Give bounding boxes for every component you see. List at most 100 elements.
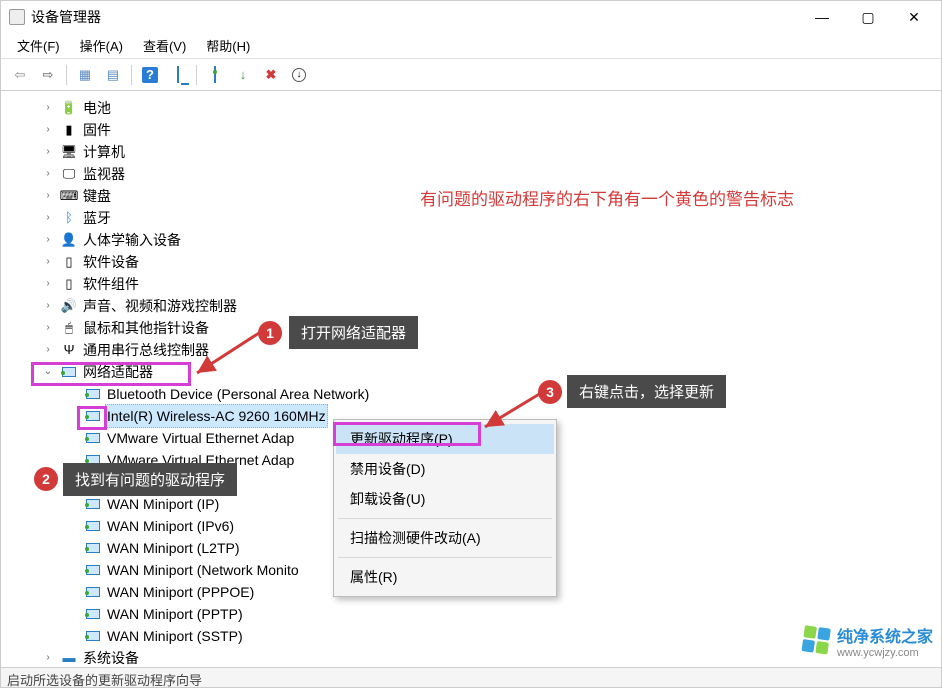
- network-adapter-icon: [85, 518, 101, 534]
- status-text: 启动所选设备的更新驱动程序向导: [7, 673, 202, 688]
- battery-icon: 🔋: [61, 100, 77, 116]
- network-adapter-icon: [85, 584, 101, 600]
- add-icon: ↓: [240, 67, 247, 82]
- usb-icon: Ψ: [61, 342, 77, 358]
- menu-action[interactable]: 操作(A): [70, 33, 133, 58]
- chevron-right-icon: ›: [41, 167, 55, 181]
- monitor-icon: [214, 67, 216, 82]
- chevron-right-icon: ›: [41, 343, 55, 357]
- properties-button[interactable]: ▤: [100, 62, 126, 88]
- tree-node-wan-pptp[interactable]: WAN Miniport (PPTP): [1, 603, 941, 625]
- ctx-separator: [338, 518, 552, 519]
- remove-button[interactable]: ✖: [258, 62, 284, 88]
- title-bar: 设备管理器 — ▢ ✕: [1, 1, 941, 33]
- nav-back-button[interactable]: ⇦: [7, 62, 33, 88]
- speaker-icon: 🔊: [61, 298, 77, 314]
- tree-node-sound[interactable]: ›🔊声音、视频和游戏控制器: [1, 295, 941, 317]
- chevron-right-icon: ›: [41, 123, 55, 137]
- ctx-separator: [338, 557, 552, 558]
- add-hw-button[interactable]: ↓: [230, 62, 256, 88]
- chevron-right-icon: ›: [41, 101, 55, 115]
- arrow-right-icon: ⇨: [43, 67, 54, 83]
- app-icon: [9, 9, 25, 25]
- tree-node-monitor[interactable]: ›🖵监视器: [1, 163, 941, 185]
- context-menu: 更新驱动程序(P) 禁用设备(D) 卸载设备(U) 扫描检测硬件改动(A) 属性…: [333, 419, 557, 597]
- network-adapter-icon: [85, 408, 101, 424]
- chevron-right-icon: ›: [41, 277, 55, 291]
- chevron-right-icon: ›: [41, 321, 55, 335]
- network-adapter-icon: [85, 452, 101, 468]
- network-adapter-icon: [85, 562, 101, 578]
- watermark-url: www.ycwjzy.com: [837, 647, 933, 659]
- maximize-button[interactable]: ▢: [845, 2, 891, 32]
- tree-node-network-adapters[interactable]: ⌄网络适配器: [1, 361, 941, 383]
- menu-help[interactable]: 帮助(H): [196, 33, 260, 58]
- close-button[interactable]: ✕: [891, 2, 937, 32]
- monitor-button[interactable]: [202, 62, 228, 88]
- tree-node-firmware[interactable]: ›▮固件: [1, 119, 941, 141]
- network-adapter-icon: [85, 628, 101, 644]
- software-icon: ▯: [61, 254, 77, 270]
- ctx-disable-device[interactable]: 禁用设备(D): [336, 454, 554, 484]
- update-button[interactable]: ↓: [286, 62, 312, 88]
- chevron-right-icon: ›: [41, 233, 55, 247]
- keyboard-icon: ⌨: [61, 188, 77, 204]
- update-circle-icon: ↓: [292, 68, 306, 82]
- tree-node-mouse[interactable]: ›🖱鼠标和其他指针设备: [1, 317, 941, 339]
- watermark-brand: 纯净系统之家: [837, 623, 933, 647]
- menu-file[interactable]: 文件(F): [7, 33, 70, 58]
- chevron-right-icon: ›: [41, 651, 55, 665]
- remove-icon: ✖: [266, 67, 277, 83]
- menu-bar: 文件(F) 操作(A) 查看(V) 帮助(H): [1, 33, 941, 59]
- chevron-right-icon: ›: [41, 189, 55, 203]
- network-adapter-icon: [85, 606, 101, 622]
- help-icon: ?: [142, 67, 158, 83]
- tree-node-battery[interactable]: ›🔋电池: [1, 97, 941, 119]
- toolbar: ⇦ ⇨ ▦ ▤ ? ↓ ✖ ↓: [1, 59, 941, 91]
- tree-icon: ▦: [79, 67, 91, 83]
- chevron-right-icon: ›: [41, 145, 55, 159]
- show-tree-button[interactable]: ▦: [72, 62, 98, 88]
- tree-node-keyboard[interactable]: ›⌨键盘: [1, 185, 941, 207]
- ctx-scan-hardware[interactable]: 扫描检测硬件改动(A): [336, 523, 554, 553]
- tree-node-usb[interactable]: ›Ψ通用串行总线控制器: [1, 339, 941, 361]
- ctx-uninstall-device[interactable]: 卸载设备(U): [336, 484, 554, 514]
- watermark: 纯净系统之家 www.ycwjzy.com: [803, 623, 933, 659]
- network-adapter-icon: [85, 540, 101, 556]
- menu-view[interactable]: 查看(V): [133, 33, 196, 58]
- monitor-icon: 🖵: [61, 166, 77, 182]
- nav-forward-button[interactable]: ⇨: [35, 62, 61, 88]
- chevron-right-icon: ›: [41, 299, 55, 313]
- minimize-button[interactable]: —: [799, 2, 845, 32]
- tree-node-software-components[interactable]: ›▯软件组件: [1, 273, 941, 295]
- network-adapter-icon: [85, 386, 101, 402]
- annotation-arrow-3: [481, 391, 551, 431]
- annotation-arrow-1: [191, 331, 261, 381]
- ctx-properties[interactable]: 属性(R): [336, 562, 554, 592]
- device-tree[interactable]: ›🔋电池 ›▮固件 ›🖥计算机 ›🖵监视器 ›⌨键盘 ›ᛒ蓝牙 ›👤人体学输入设…: [1, 91, 941, 675]
- tree-node-computer[interactable]: ›🖥计算机: [1, 141, 941, 163]
- chevron-right-icon: ›: [41, 211, 55, 225]
- mouse-icon: 🖱: [61, 320, 77, 336]
- network-adapter-icon: [85, 430, 101, 446]
- chevron-down-icon: ⌄: [41, 365, 55, 379]
- tree-node-bluetooth[interactable]: ›ᛒ蓝牙: [1, 207, 941, 229]
- window-title: 设备管理器: [31, 7, 101, 27]
- tree-node-system-devices[interactable]: ›▬系统设备: [1, 647, 941, 669]
- arrow-left-icon: ⇦: [15, 67, 26, 83]
- computer-icon: 🖥: [61, 144, 77, 160]
- bluetooth-icon: ᛒ: [61, 210, 77, 226]
- tree-node-software-devices[interactable]: ›▯软件设备: [1, 251, 941, 273]
- list-icon: ▤: [107, 67, 119, 83]
- chip-icon: ▮: [61, 122, 77, 138]
- tree-node-bt-pan[interactable]: Bluetooth Device (Personal Area Network): [1, 383, 941, 405]
- monitor-play-icon: [177, 67, 179, 82]
- watermark-logo-icon: [801, 625, 833, 657]
- network-icon: [61, 364, 77, 380]
- hid-icon: 👤: [61, 232, 77, 248]
- tree-node-hid[interactable]: ›👤人体学输入设备: [1, 229, 941, 251]
- scan-button[interactable]: [165, 62, 191, 88]
- status-bar: 启动所选设备的更新驱动程序向导: [1, 667, 941, 687]
- tree-node-wan-sstp[interactable]: WAN Miniport (SSTP): [1, 625, 941, 647]
- help-button[interactable]: ?: [137, 62, 163, 88]
